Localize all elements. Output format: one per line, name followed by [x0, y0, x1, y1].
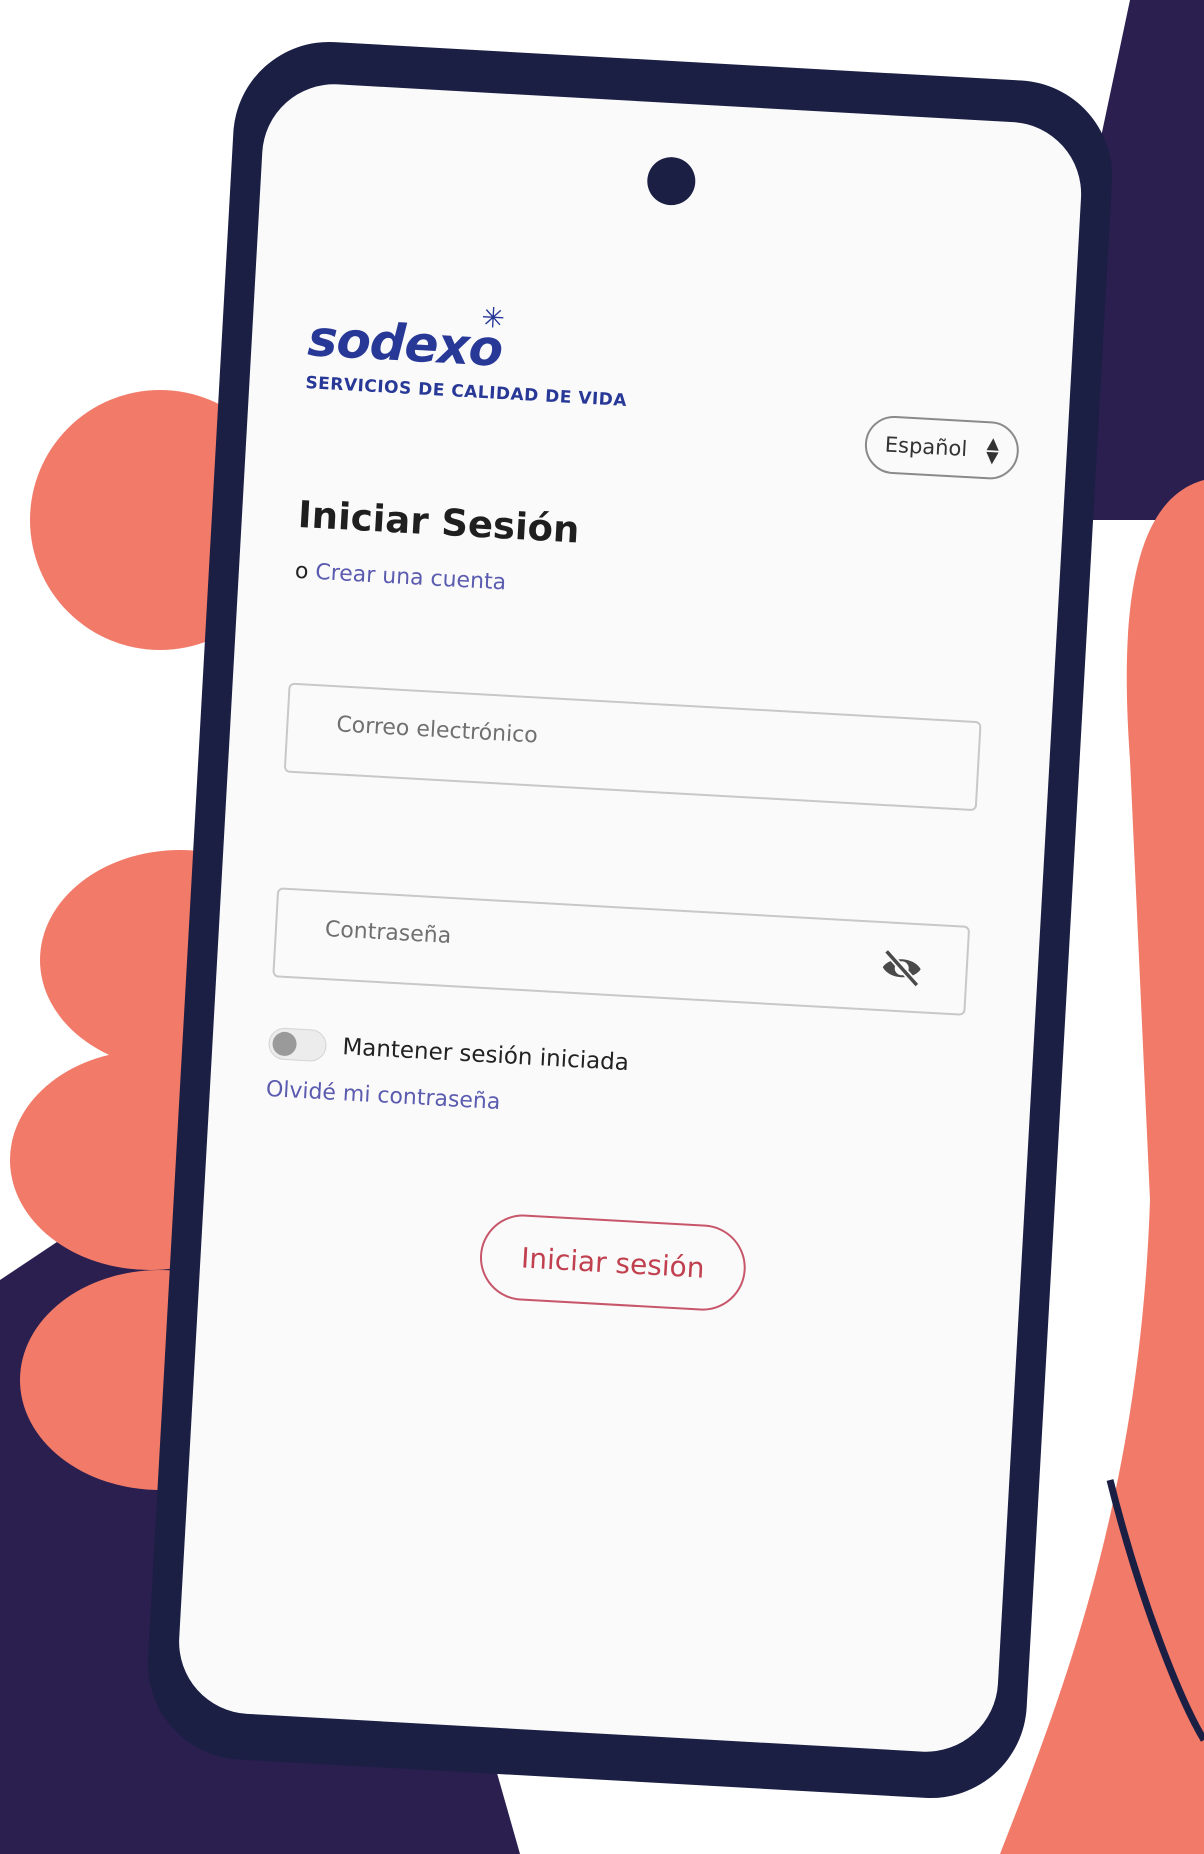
remember-label: Mantener sesión iniciada	[341, 1034, 630, 1077]
remember-row: Mantener sesión iniciada	[267, 1027, 630, 1079]
front-camera	[646, 155, 697, 207]
brand-wordmark: sodexo	[306, 309, 504, 378]
brand-tagline: SERVICIOS DE CALIDAD DE VIDA	[304, 373, 628, 412]
create-account-line: o Crear una cuenta	[294, 559, 507, 596]
page-title: Iniciar Sesión	[296, 492, 581, 552]
password-field[interactable]	[272, 887, 971, 1016]
eye-off-icon[interactable]	[879, 947, 925, 989]
phone: ✳ sodexo SERVICIOS DE CALIDAD DE VIDA Es…	[142, 36, 1118, 1804]
submit-button[interactable]: Iniciar sesión	[477, 1212, 749, 1313]
language-select-value: Español	[884, 432, 968, 462]
forgot-password-link[interactable]: Olvidé mi contraseña	[265, 1077, 501, 1115]
create-account-link[interactable]: Crear una cuenta	[315, 560, 507, 596]
phone-screen: ✳ sodexo SERVICIOS DE CALIDAD DE VIDA Es…	[175, 80, 1086, 1756]
or-prefix: o	[294, 558, 310, 585]
toggle-knob	[271, 1031, 298, 1057]
star-icon: ✳	[480, 300, 506, 336]
sort-icon: ▲ ▼	[985, 432, 1000, 467]
language-select[interactable]: Español ▲ ▼	[863, 414, 1021, 481]
password-input[interactable]	[322, 915, 879, 974]
brand-logo: ✳ sodexo SERVICIOS DE CALIDAD DE VIDA	[304, 301, 631, 412]
email-input[interactable]	[333, 711, 891, 770]
email-field[interactable]	[283, 682, 982, 812]
remember-toggle[interactable]	[267, 1027, 328, 1063]
